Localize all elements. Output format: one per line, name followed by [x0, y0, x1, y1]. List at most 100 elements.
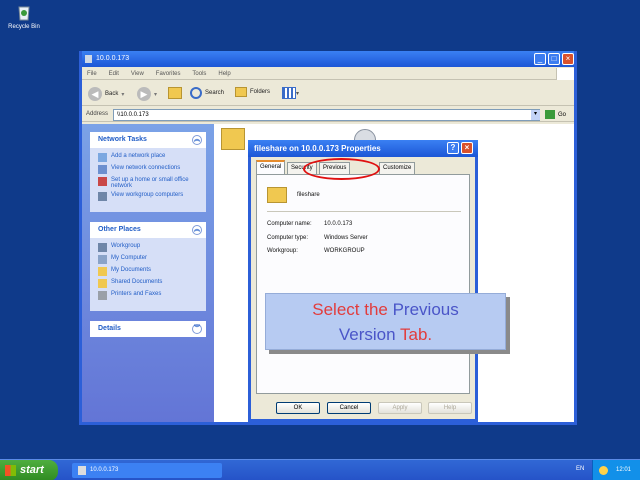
network-connections-icon — [98, 165, 107, 174]
ok-button[interactable]: OK — [276, 402, 320, 414]
printers-and-faxes-link[interactable]: Printers and Faxes — [90, 290, 206, 302]
other-places-header[interactable]: Other Places ︽ — [90, 222, 206, 238]
up-folder-button[interactable] — [168, 87, 182, 99]
workgroup-computers-icon — [98, 192, 107, 201]
system-tray: 12:01 — [592, 460, 640, 480]
shared-folder-icon[interactable] — [221, 128, 245, 150]
menu-bar: File Edit View Favorites Tools Help — [82, 68, 574, 80]
callout-text-select: Select the — [312, 300, 388, 319]
folder-icon — [267, 187, 287, 203]
view-network-connections-link[interactable]: View network connections — [90, 164, 206, 176]
network-place-icon — [98, 153, 107, 162]
address-bar: Address \\10.0.0.173 ▾ Go — [82, 108, 574, 122]
my-documents-link[interactable]: My Documents — [90, 266, 206, 278]
help-icon[interactable]: ? — [447, 142, 459, 154]
tab-customize[interactable]: Customize — [379, 162, 416, 174]
start-button[interactable]: start — [0, 460, 58, 480]
setup-home-network-link[interactable]: Set up a home or small office network — [90, 176, 206, 191]
views-button[interactable]: ▾ — [282, 87, 299, 99]
previous-versions-highlight-ellipse — [303, 158, 380, 180]
properties-dialog: fileshare on 10.0.0.173 Properties ? × G… — [248, 140, 478, 422]
recycle-bin-shortcut[interactable]: Recycle Bin — [4, 2, 44, 30]
dialog-title: fileshare on 10.0.0.173 Properties — [254, 144, 381, 153]
details-panel: Details ︾ — [90, 321, 206, 337]
separator — [267, 211, 461, 212]
forward-arrow-icon: ▶ — [137, 87, 151, 101]
printer-icon — [98, 291, 107, 300]
taskbar: start 10.0.0.173 EN 12:01 — [0, 459, 640, 480]
other-places-panel: Other Places ︽ Workgroup My Computer My … — [90, 222, 206, 311]
maximize-button[interactable]: □ — [548, 53, 560, 65]
search-button[interactable]: Search — [190, 87, 224, 99]
recycle-bin-label: Recycle Bin — [8, 24, 40, 30]
menu-edit[interactable]: Edit — [109, 68, 119, 80]
workgroup-value: WORKGROUP — [324, 248, 365, 254]
collapse-chevron-icon[interactable]: ︽ — [192, 225, 202, 235]
collapse-chevron-icon[interactable]: ︽ — [192, 135, 202, 145]
chevron-down-icon: ▾ — [154, 91, 158, 98]
address-dropdown-button[interactable]: ▾ — [531, 110, 540, 120]
tray-icon[interactable] — [599, 466, 608, 475]
computer-type-label: Computer type: — [267, 235, 309, 241]
workgroup-icon — [98, 243, 107, 252]
my-computer-icon — [98, 255, 107, 264]
back-arrow-icon: ◀ — [88, 87, 102, 101]
minimize-button[interactable]: _ — [534, 53, 546, 65]
recycle-bin-icon — [14, 2, 34, 22]
dialog-title-bar[interactable]: fileshare on 10.0.0.173 Properties ? × — [248, 140, 478, 157]
chevron-down-icon: ▾ — [296, 90, 300, 97]
instruction-callout: Select the Previous Version Tab. — [265, 293, 506, 350]
address-input[interactable]: \\10.0.0.173 — [113, 109, 540, 121]
folders-button[interactable]: Folders — [235, 87, 270, 97]
dialog-close-button[interactable]: × — [461, 142, 473, 154]
chevron-down-icon: ▾ — [121, 91, 125, 98]
toolbar: ◀ Back ▾ ▶ ▾ Search Folders ▾ — [82, 82, 574, 106]
network-tasks-panel: Network Tasks ︽ Add a network place View… — [90, 132, 206, 212]
view-workgroup-computers-link[interactable]: View workgroup computers — [90, 191, 206, 203]
folders-icon — [235, 87, 247, 97]
workgroup-link[interactable]: Workgroup — [90, 242, 206, 254]
menu-favorites[interactable]: Favorites — [156, 68, 181, 80]
network-tasks-header[interactable]: Network Tasks ︽ — [90, 132, 206, 148]
folder-name: fileshare — [297, 192, 320, 198]
go-button[interactable]: Go — [545, 110, 566, 119]
apply-button[interactable]: Apply — [378, 402, 422, 414]
language-indicator[interactable]: EN — [576, 466, 584, 472]
general-tab-page: fileshare Computer name: 10.0.0.173 Comp… — [256, 174, 470, 394]
views-icon — [282, 87, 296, 99]
expand-chevron-icon[interactable]: ︾ — [192, 324, 202, 334]
explorer-title: 10.0.0.173 — [96, 55, 130, 62]
menu-view[interactable]: View — [131, 68, 144, 80]
callout-text-tab: Tab. — [399, 325, 433, 344]
forward-button[interactable]: ▶ ▾ — [137, 87, 157, 101]
taskbar-item-explorer[interactable]: 10.0.0.173 — [72, 463, 222, 478]
computer-name-label: Computer name: — [267, 221, 312, 227]
search-icon — [190, 87, 202, 99]
up-folder-icon — [168, 87, 182, 99]
callout-text-previous: Previous — [392, 300, 459, 319]
windows-flag-icon — [5, 465, 16, 476]
task-pane: Network Tasks ︽ Add a network place View… — [82, 124, 214, 422]
clock: 12:01 — [616, 467, 632, 473]
my-documents-icon — [98, 267, 107, 276]
cancel-button[interactable]: Cancel — [327, 402, 371, 414]
add-network-place-link[interactable]: Add a network place — [90, 152, 206, 164]
help-button[interactable]: Help — [428, 402, 472, 414]
close-button[interactable]: × — [562, 53, 574, 65]
menu-tools[interactable]: Tools — [192, 68, 206, 80]
menu-file[interactable]: File — [87, 68, 97, 80]
workgroup-label: Workgroup: — [267, 248, 298, 254]
address-label: Address — [86, 111, 109, 117]
shared-documents-link[interactable]: Shared Documents — [90, 278, 206, 290]
network-icon — [85, 55, 92, 63]
my-computer-link[interactable]: My Computer — [90, 254, 206, 266]
go-arrow-icon — [545, 110, 555, 119]
tab-general[interactable]: General — [256, 160, 286, 175]
explorer-title-bar[interactable]: 10.0.0.173 _ □ × — [82, 51, 574, 67]
windows-logo-icon — [556, 68, 574, 80]
details-header[interactable]: Details ︾ — [90, 321, 206, 337]
menu-help[interactable]: Help — [218, 68, 230, 80]
callout-text-version: Version — [338, 325, 396, 344]
back-button[interactable]: ◀ Back ▾ — [88, 87, 124, 101]
network-folder-icon — [78, 466, 86, 475]
